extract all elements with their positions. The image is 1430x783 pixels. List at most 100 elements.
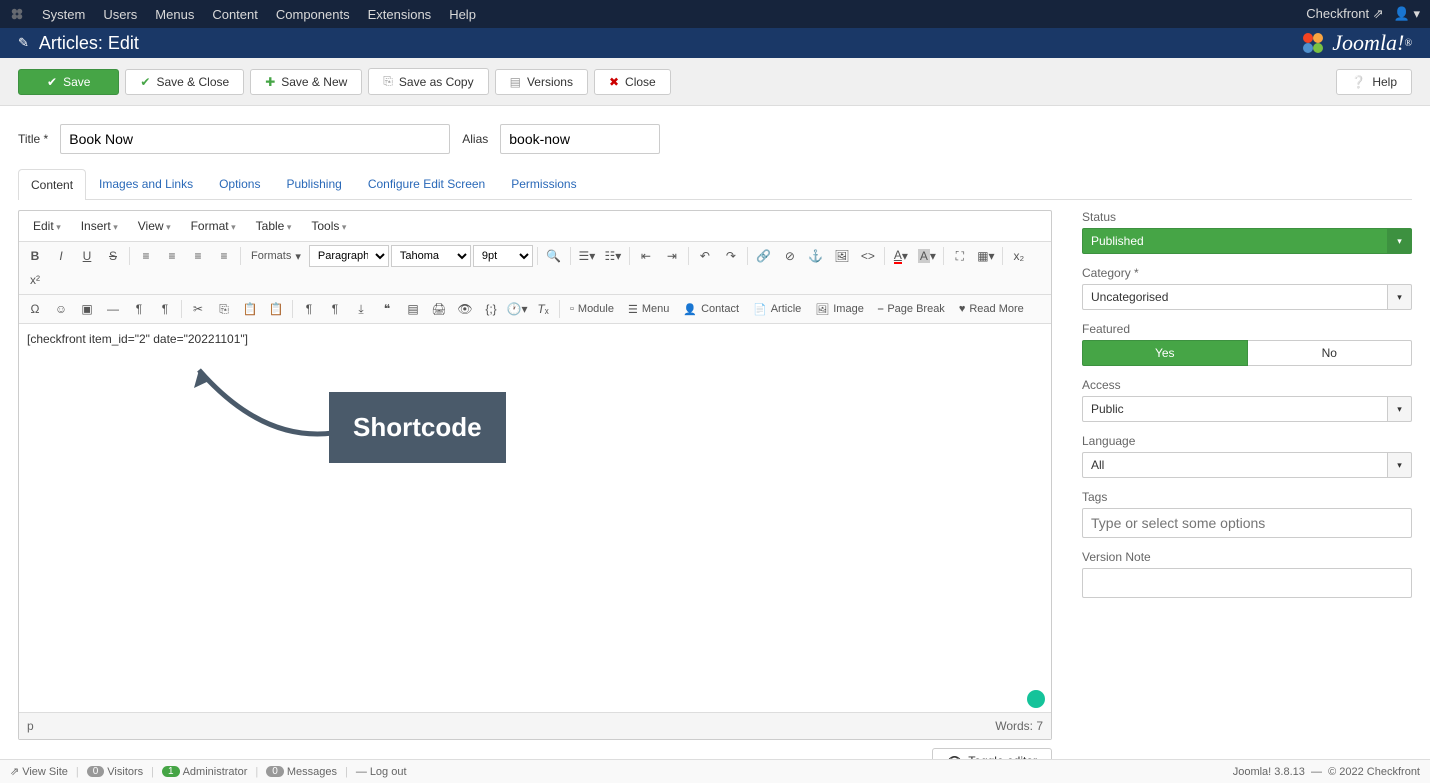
featured-no[interactable]: No: [1248, 340, 1413, 366]
special-char-icon[interactable]: Ω: [23, 298, 47, 320]
nav-menus[interactable]: Menus: [155, 7, 194, 22]
featured-yes[interactable]: Yes: [1082, 340, 1248, 366]
redo-icon[interactable]: ↷: [719, 245, 743, 267]
nav-system[interactable]: System: [42, 7, 85, 22]
code-icon[interactable]: <>: [856, 245, 880, 267]
align-left-icon[interactable]: ≡: [134, 245, 158, 267]
text-color-icon[interactable]: A▾: [889, 245, 913, 267]
nav-content[interactable]: Content: [212, 7, 258, 22]
paste-icon[interactable]: 📋: [238, 298, 262, 320]
tab-content[interactable]: Content: [18, 169, 86, 200]
user-menu[interactable]: 👤 ▾: [1394, 6, 1420, 22]
emoji-icon[interactable]: ☺: [49, 298, 73, 320]
tab-options[interactable]: Options: [206, 168, 273, 199]
site-link[interactable]: Checkfront ⇗: [1306, 6, 1383, 22]
preview-icon[interactable]: 👁: [453, 298, 477, 320]
tab-images-links[interactable]: Images and Links: [86, 168, 206, 199]
close-button[interactable]: ✖Close: [594, 69, 671, 95]
formats-dropdown[interactable]: Formats ▾: [245, 245, 307, 267]
nav-components[interactable]: Components: [276, 7, 350, 22]
menu-insert[interactable]: Insert: [73, 215, 126, 237]
clear-format-icon[interactable]: Tₓ: [531, 298, 555, 320]
menu-view[interactable]: View: [130, 215, 179, 237]
module-button[interactable]: ▫ Module: [564, 298, 620, 320]
indent-icon[interactable]: ⇥: [660, 245, 684, 267]
view-site-link[interactable]: ⇗ View Site: [10, 765, 68, 778]
underline-icon[interactable]: U: [75, 245, 99, 267]
align-right-icon[interactable]: ≡: [186, 245, 210, 267]
nonbreaking-icon[interactable]: ⤓: [349, 298, 373, 320]
grammarly-icon[interactable]: [1027, 690, 1045, 708]
image-icon[interactable]: 🖼: [830, 245, 854, 267]
table-icon[interactable]: ▦▾: [974, 245, 998, 267]
versions-button[interactable]: ▤Versions: [495, 69, 588, 95]
nav-extensions[interactable]: Extensions: [368, 7, 432, 22]
codesample-icon[interactable]: {;}: [479, 298, 503, 320]
paste-text-icon[interactable]: 📋: [264, 298, 288, 320]
menu-tools[interactable]: Tools: [303, 215, 354, 237]
visitors-link[interactable]: 0 Visitors: [87, 766, 143, 778]
save-button[interactable]: ✔Save: [18, 69, 119, 95]
category-select[interactable]: Uncategorised: [1082, 284, 1388, 310]
print-icon[interactable]: 🖨: [427, 298, 451, 320]
align-justify-icon[interactable]: ≡: [212, 245, 236, 267]
template-icon[interactable]: ▤: [401, 298, 425, 320]
save-new-button[interactable]: ✚Save & New: [250, 69, 362, 95]
link-icon[interactable]: 🔗: [752, 245, 776, 267]
subscript-icon[interactable]: x₂: [1007, 245, 1031, 267]
unlink-icon[interactable]: ⊘: [778, 245, 802, 267]
article-button[interactable]: 📄 Article: [747, 298, 807, 320]
nav-users[interactable]: Users: [103, 7, 137, 22]
nav-help[interactable]: Help: [449, 7, 476, 22]
admin-link[interactable]: 1 Administrator: [162, 766, 247, 778]
bullet-list-icon[interactable]: ☰▾: [575, 245, 599, 267]
language-caret[interactable]: ▾: [1388, 452, 1412, 478]
save-close-button[interactable]: ✔Save & Close: [125, 69, 244, 95]
status-caret[interactable]: ▾: [1388, 228, 1412, 254]
font-select[interactable]: Tahoma: [391, 245, 471, 267]
fullscreen-icon[interactable]: ⛶: [948, 245, 972, 267]
editor-path[interactable]: p: [27, 719, 34, 733]
menu-button[interactable]: ☰ Menu: [622, 298, 675, 320]
rtl-icon[interactable]: ¶: [153, 298, 177, 320]
strikethrough-icon[interactable]: S: [101, 245, 125, 267]
logout-link[interactable]: ― Log out: [356, 766, 407, 778]
access-select[interactable]: Public: [1082, 396, 1388, 422]
bg-color-icon[interactable]: A▾: [915, 245, 939, 267]
blockquote-icon[interactable]: ❝: [375, 298, 399, 320]
tab-permissions[interactable]: Permissions: [498, 168, 589, 199]
menu-format[interactable]: Format: [183, 215, 244, 237]
ltr-icon[interactable]: ¶: [127, 298, 151, 320]
hr-icon[interactable]: ―: [101, 298, 125, 320]
bold-icon[interactable]: B: [23, 245, 47, 267]
align-center-icon[interactable]: ≡: [160, 245, 184, 267]
tags-input[interactable]: [1082, 508, 1412, 538]
media-icon[interactable]: ▣: [75, 298, 99, 320]
fontsize-select[interactable]: 9pt: [473, 245, 533, 267]
access-caret[interactable]: ▾: [1388, 396, 1412, 422]
help-button[interactable]: ❔Help: [1336, 69, 1412, 95]
title-input[interactable]: [60, 124, 450, 154]
superscript-icon[interactable]: x²: [23, 269, 47, 291]
contact-button[interactable]: 👤 Contact: [677, 298, 745, 320]
tab-configure-edit[interactable]: Configure Edit Screen: [355, 168, 498, 199]
show-blocks-icon[interactable]: ¶: [297, 298, 321, 320]
image-button[interactable]: 🖼 Image: [809, 298, 870, 320]
tab-publishing[interactable]: Publishing: [273, 168, 354, 199]
editor-body[interactable]: [checkfront item_id="2" date="20221101"]…: [19, 324, 1051, 712]
italic-icon[interactable]: I: [49, 245, 73, 267]
copy-icon[interactable]: ⎘: [212, 298, 236, 320]
version-note-input[interactable]: [1082, 568, 1412, 598]
save-copy-button[interactable]: ⎘Save as Copy: [368, 68, 488, 95]
language-select[interactable]: All: [1082, 452, 1388, 478]
show-invisible-icon[interactable]: ¶: [323, 298, 347, 320]
anchor-icon[interactable]: ⚓: [804, 245, 828, 267]
status-select[interactable]: Published: [1082, 228, 1388, 254]
number-list-icon[interactable]: ☷▾: [601, 245, 625, 267]
menu-edit[interactable]: Edit: [25, 215, 69, 237]
datetime-icon[interactable]: 🕐▾: [505, 298, 529, 320]
menu-table[interactable]: Table: [248, 215, 300, 237]
messages-link[interactable]: 0 Messages: [266, 766, 337, 778]
alias-input[interactable]: [500, 124, 660, 154]
find-replace-icon[interactable]: 🔍: [542, 245, 566, 267]
